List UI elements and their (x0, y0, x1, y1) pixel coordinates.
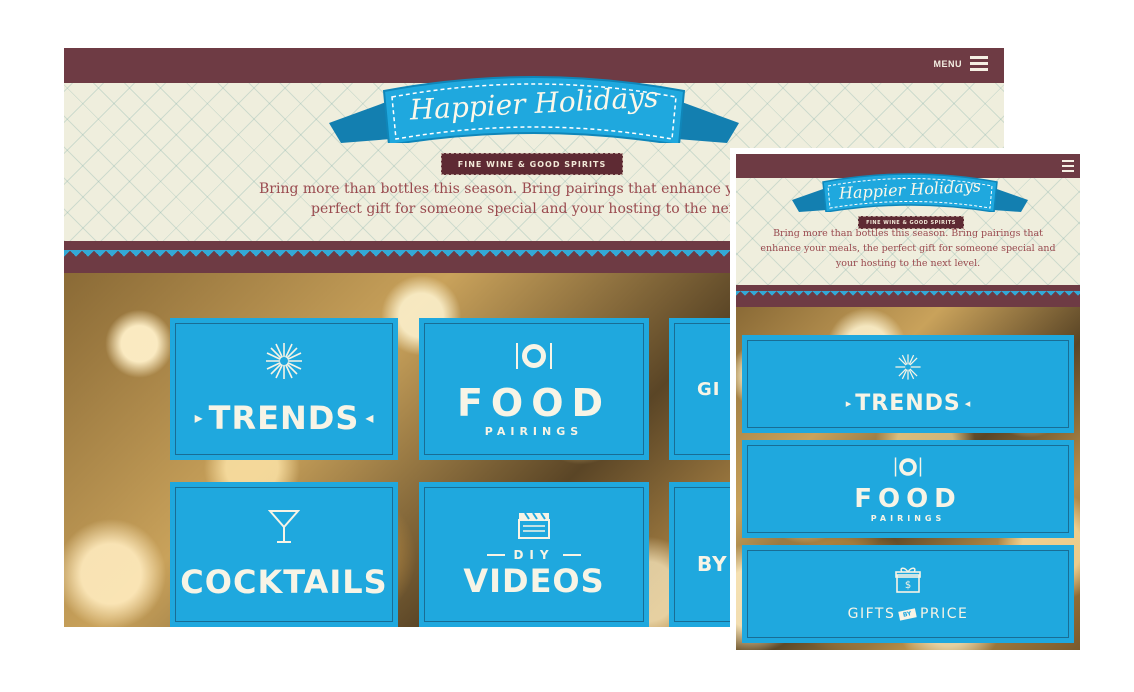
mobile-hamburger-icon[interactable] (1062, 160, 1074, 172)
tile-diy-pretitle: DIY (513, 547, 555, 562)
mobile-chevron-divider (736, 285, 1080, 307)
mobile-starburst-icon (895, 353, 921, 380)
mobile-tile-food-title: FOOD (854, 483, 962, 514)
starburst-icon (266, 343, 302, 379)
mobile-intro-text: Bring more than bottles this season. Bri… (760, 228, 1056, 269)
mobile-preview: Happier Holidays FINE WINE & GOOD SPIRIT… (736, 154, 1080, 650)
tile-diy-videos[interactable]: DIY VIDEOS (419, 482, 649, 627)
arrow-left-icon: ▸ (194, 410, 203, 427)
tile-cocktails-title: COCKTAILS (180, 562, 388, 601)
mobile-gifts-label: GIFTS (847, 606, 896, 622)
clapperboard-icon (518, 511, 550, 539)
tile-trends-title: TRENDS (208, 399, 360, 437)
mobile-arrow-left-icon: ▸ (845, 397, 852, 410)
mobile-plate-icon (894, 456, 922, 477)
logo-tagline: FINE WINE & GOOD SPIRITS (441, 153, 623, 175)
mobile-tile-food-pairings[interactable]: FOOD PAIRINGS (742, 440, 1074, 538)
plate-icon (516, 342, 552, 369)
tile-videos-title: VIDEOS (463, 561, 605, 600)
tile-trends[interactable]: ▸ TRENDS ◂ (170, 318, 398, 460)
mobile-tile-trends-title: TRENDS (855, 390, 961, 416)
svg-text:$: $ (905, 580, 911, 591)
tile-food-pairings[interactable]: FOOD PAIRINGS (419, 318, 649, 460)
dash-right (562, 553, 581, 556)
mobile-gift-icon: $ (895, 567, 921, 593)
mobile-tile-trends[interactable]: ▸ TRENDS ◂ (742, 335, 1074, 433)
mobile-price-label: PRICE (919, 606, 969, 622)
martini-icon (268, 509, 300, 543)
mobile-by-badge: BY (898, 607, 917, 621)
dash-left (487, 553, 506, 556)
mobile-tile-gifts-by-price[interactable]: $ GIFTS BY PRICE (742, 545, 1074, 643)
tile-food-title: FOOD (456, 380, 612, 425)
tile-food-subtitle: PAIRINGS (484, 424, 584, 438)
mobile-header: Happier Holidays FINE WINE & GOOD SPIRIT… (736, 173, 1080, 285)
mobile-tile-food-subtitle: PAIRINGS (870, 513, 946, 523)
mobile-hero-grid: ▸ TRENDS ◂ FOOD PAIRINGS $ GIFTS BY PRIC… (736, 307, 1080, 650)
menu-label: MENU (933, 58, 962, 69)
arrow-right-icon: ◂ (365, 410, 374, 427)
tile-cocktails[interactable]: COCKTAILS (170, 482, 398, 627)
tile-gifts-title: GI (697, 378, 721, 400)
tile-by-title: BY (697, 551, 728, 576)
hamburger-icon (970, 56, 988, 71)
menu-button[interactable]: MENU (933, 56, 988, 71)
mobile-arrow-right-icon: ◂ (964, 397, 971, 410)
